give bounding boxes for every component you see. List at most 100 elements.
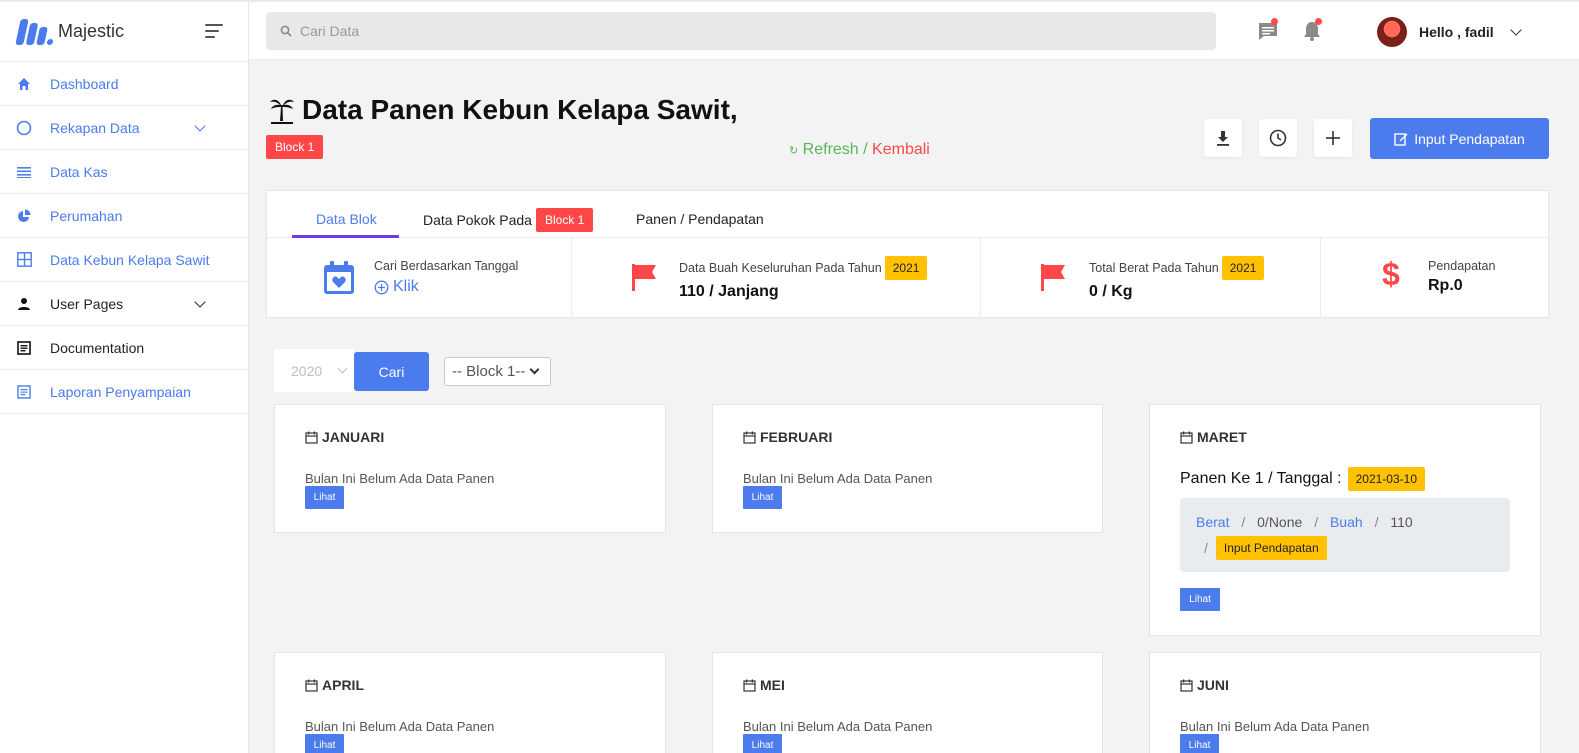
- month-title: JUNI: [1180, 677, 1229, 693]
- stat-value: 0 / Kg: [1089, 283, 1133, 300]
- brand[interactable]: Majestic: [0, 2, 248, 62]
- month-title: FEBRUARI: [743, 429, 832, 445]
- edit-icon: [1394, 132, 1408, 146]
- lihat-button[interactable]: Lihat: [1180, 588, 1220, 611]
- separator: /: [858, 141, 873, 158]
- buah-label[interactable]: Buah: [1330, 514, 1363, 530]
- tab-data-pokok[interactable]: Data Pokok Pada Block 1: [423, 208, 594, 232]
- sidebar: Majestic Dashboard Rekapan Data Data Kas…: [0, 2, 249, 753]
- calendar-icon: [1180, 679, 1193, 692]
- stat-label: Total Berat Pada Tahun 2021: [1089, 256, 1265, 280]
- back-link[interactable]: Kembali: [872, 141, 930, 158]
- history-button[interactable]: [1259, 119, 1297, 157]
- menu-toggle-icon[interactable]: [205, 24, 223, 38]
- berat-label[interactable]: Berat: [1196, 514, 1229, 530]
- month-card-april: APRIL Bulan Ini Belum Ada Data Panen Lih…: [274, 652, 666, 753]
- panen-info-row: Berat / 0/None / Buah / 110: [1196, 514, 1413, 530]
- list-icon: [16, 164, 32, 180]
- month-name: MARET: [1197, 429, 1247, 445]
- download-icon: [1217, 131, 1229, 146]
- date-search-action: Klik: [393, 278, 419, 295]
- calendar-icon: [305, 679, 318, 692]
- report-icon: [16, 384, 32, 400]
- user-icon: [16, 296, 32, 312]
- sidebar-item-perumahan[interactable]: Perumahan: [0, 194, 248, 238]
- sidebar-item-label: Data Kas: [50, 163, 108, 180]
- sidebar-item-label: Documentation: [50, 339, 145, 356]
- month-empty-text: Bulan Ini Belum Ada Data Panen: [305, 471, 495, 486]
- tab-data-blok[interactable]: Data Blok: [316, 211, 377, 227]
- lihat-button[interactable]: Lihat: [743, 734, 782, 753]
- month-empty-text: Bulan Ini Belum Ada Data Panen: [743, 471, 933, 486]
- separator: /: [1204, 540, 1208, 556]
- data-tab-card: Data Blok Data Pokok Pada Block 1 Panen …: [266, 190, 1549, 318]
- sidebar-item-label: Rekapan Data: [50, 119, 140, 136]
- refresh-links: ↻ Refresh / Kembali: [789, 141, 930, 159]
- sidebar-item-label: Perumahan: [50, 207, 123, 224]
- month-card-maret: MARET Panen Ke 1 / Tanggal : 2021-03-10 …: [1149, 404, 1541, 636]
- input-pendapatan-button[interactable]: Input Pendapatan: [1370, 118, 1549, 159]
- year-badge: 2021: [884, 256, 928, 280]
- refresh-link[interactable]: Refresh: [803, 141, 859, 158]
- sidebar-item-laporan[interactable]: Laporan Penyampaian: [0, 370, 248, 414]
- sidebar-item-label: Laporan Penyampaian: [50, 383, 191, 400]
- lihat-button[interactable]: Lihat: [305, 734, 344, 753]
- sidebar-item-data-kas[interactable]: Data Kas: [0, 150, 248, 194]
- plus-icon: [1326, 131, 1340, 145]
- search-bar[interactable]: [266, 12, 1216, 50]
- sidebar-item-data-kebun[interactable]: Data Kebun Kelapa Sawit: [0, 238, 248, 282]
- chevron-down-icon: [194, 296, 206, 308]
- tab-label: Data Blok: [316, 211, 377, 227]
- search-input[interactable]: [300, 23, 1200, 39]
- lihat-button[interactable]: Lihat: [1180, 734, 1219, 753]
- month-name: FEBRUARI: [760, 429, 833, 445]
- month-name: JANUARI: [322, 429, 385, 445]
- month-empty-text: Bulan Ini Belum Ada Data Panen: [1180, 719, 1370, 734]
- input-pendapatan-label: Input Pendapatan: [1414, 130, 1525, 147]
- lihat-button[interactable]: Lihat: [305, 486, 344, 509]
- dollar-icon: $: [1382, 256, 1400, 292]
- home-icon: [16, 76, 32, 92]
- user-menu[interactable]: Hello , fadil: [1377, 16, 1522, 48]
- plus-circle-icon: [374, 280, 389, 294]
- search-button[interactable]: Cari: [354, 352, 429, 391]
- sidebar-item-documentation[interactable]: Documentation: [0, 326, 248, 370]
- circle-icon: [16, 120, 32, 136]
- month-name: JUNI: [1197, 677, 1229, 693]
- month-title: JANUARI: [305, 429, 384, 445]
- tab-label: Panen / Pendapatan: [636, 211, 764, 227]
- topbar: Hello , fadil: [249, 2, 1579, 60]
- month-name: MEI: [760, 677, 785, 693]
- sidebar-item-rekapan-data[interactable]: Rekapan Data: [0, 106, 248, 150]
- stat-value: Rp.0: [1428, 277, 1463, 294]
- add-button[interactable]: [1314, 119, 1352, 157]
- palm-tree-icon: [270, 99, 294, 124]
- month-card-juni: JUNI Bulan Ini Belum Ada Data Panen Liha…: [1149, 652, 1541, 753]
- bell-icon[interactable]: [1301, 18, 1323, 42]
- stat-date-search: Cari Berdasarkan Tanggal Klik: [267, 238, 572, 318]
- separator: /: [1241, 514, 1246, 530]
- tab-panen-pendapatan[interactable]: Panen / Pendapatan: [636, 211, 764, 227]
- avatar: [1377, 17, 1407, 47]
- pie-chart-icon: [16, 208, 32, 224]
- block-select[interactable]: -- Block 1--: [444, 357, 551, 386]
- download-button[interactable]: [1204, 119, 1242, 157]
- panen-date-badge: 2021-03-10: [1347, 467, 1425, 491]
- brand-name: Majestic: [58, 21, 125, 41]
- input-pendapatan-badge[interactable]: Input Pendapatan: [1215, 536, 1327, 560]
- month-title: MEI: [743, 677, 785, 693]
- sidebar-item-user-pages[interactable]: User Pages: [0, 282, 248, 326]
- stat-label-text: Data Buah Keseluruhan Pada Tahun: [679, 261, 882, 275]
- date-search-link[interactable]: Klik: [374, 278, 419, 296]
- buah-value: 110: [1390, 514, 1413, 530]
- month-name: APRIL: [322, 677, 364, 693]
- panen-info-box: Berat / 0/None / Buah / 110 / Input Pend…: [1180, 498, 1510, 572]
- month-empty-text: Bulan Ini Belum Ada Data Panen: [305, 719, 495, 734]
- calendar-icon: [1180, 431, 1193, 444]
- sidebar-item-dashboard[interactable]: Dashboard: [0, 62, 248, 106]
- stat-label: Data Buah Keseluruhan Pada Tahun 2021: [679, 256, 928, 280]
- year-select[interactable]: 2020: [274, 349, 354, 392]
- lihat-button[interactable]: Lihat: [743, 486, 782, 509]
- chat-icon[interactable]: [1257, 18, 1279, 42]
- page-title: Data Panen Kebun Kelapa Sawit,: [268, 94, 738, 126]
